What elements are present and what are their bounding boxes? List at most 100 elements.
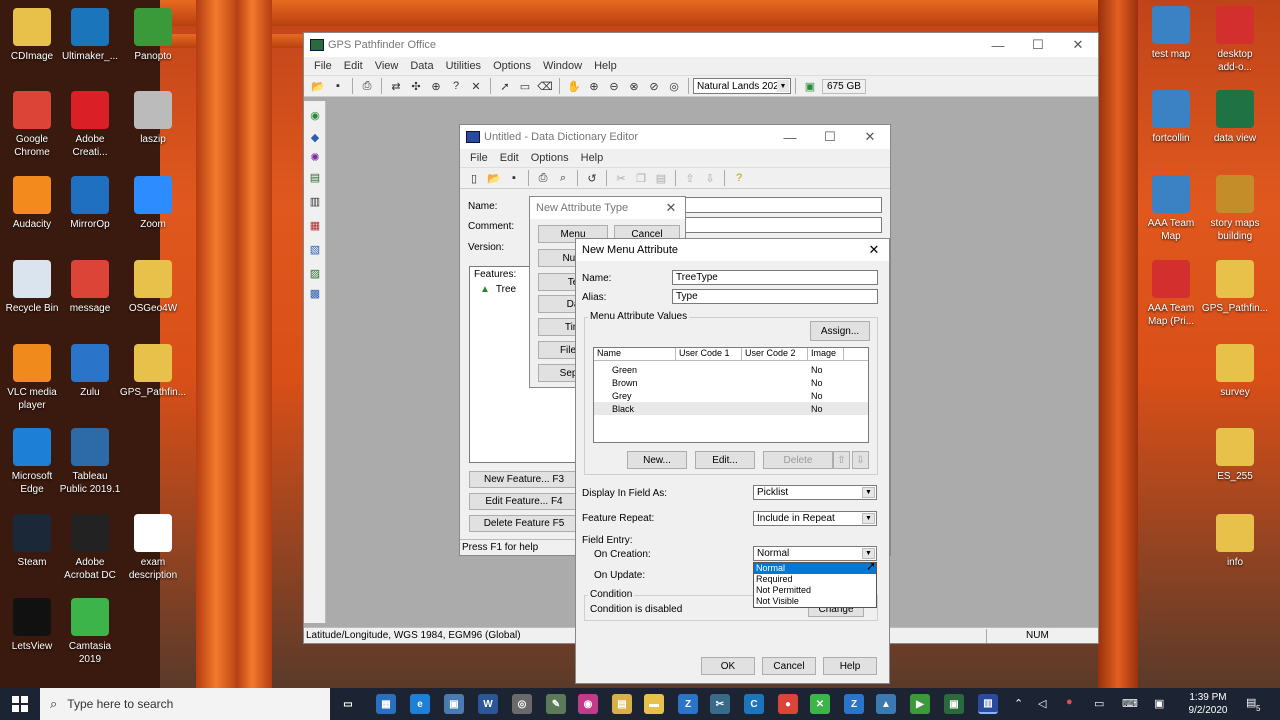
background-file-select[interactable]: Natural Lands 2020 ▼ [693,78,791,94]
select-arrow-icon[interactable]: ➚ [497,78,513,94]
chevron-down-icon[interactable]: ▼ [862,548,875,559]
cancel-button[interactable]: Cancel [762,657,816,675]
satellite-icon[interactable]: ✺ [307,149,323,165]
gps-pathfinder-icon[interactable]: ▣ [944,694,964,714]
panopto-icon[interactable]: ▶ [910,694,930,714]
search-box[interactable]: ⌕ Type here to search [40,688,330,720]
menu-item-help[interactable]: Help [594,60,617,72]
desktop-icon[interactable]: data view [1198,90,1272,145]
dropdown-option[interactable]: Not Visible [754,596,876,607]
desktop-icon[interactable]: info [1198,514,1272,569]
pan-icon[interactable]: ✋ [566,78,582,94]
desktop-icon[interactable]: ES_255 [1198,428,1272,483]
zoom-in-icon[interactable]: ⊕ [586,78,602,94]
table-row[interactable]: Grey No [594,389,868,402]
chrome-icon[interactable]: ● [778,694,798,714]
move-down-icon[interactable]: ⇩ [852,451,869,469]
alias-field[interactable]: Type [672,289,878,304]
menu-item-edit[interactable]: Edit [500,152,519,164]
print-icon[interactable]: ⎙ [535,170,551,186]
keyboard-icon[interactable]: ⌨ [1122,697,1138,710]
photos-icon[interactable]: ▣ [444,694,464,714]
column-header[interactable]: User Code 2 [742,348,808,360]
dropdown-option[interactable]: Normal [754,563,876,574]
task-view-icon[interactable]: ▭ [338,694,358,714]
desktop-icon[interactable]: GPS_Pathfin... [1198,260,1272,315]
network-icon[interactable]: ▣ [1154,697,1164,710]
table-row[interactable]: Green No [594,363,868,376]
menu-item-view[interactable]: View [375,60,399,72]
assign-button[interactable]: Assign... [810,321,870,341]
zulu-icon[interactable]: Z [678,694,698,714]
on-creation-select[interactable]: Normal ▼ [753,546,877,561]
minimize-button[interactable]: — [770,125,810,149]
delete-feature-button[interactable]: Delete Feature F5 [469,515,579,532]
menu-item-options[interactable]: Options [531,152,569,164]
minimize-button[interactable]: — [978,33,1018,57]
desktop-icon[interactable]: fortcollin [1134,90,1208,145]
desktop-icon[interactable]: exam description [116,514,190,582]
import-icon[interactable]: ▨ [307,265,323,281]
desktop-icon[interactable]: OSGeo4W [116,260,190,315]
menu-item-file[interactable]: File [314,60,332,72]
column-header[interactable]: Name [594,348,676,360]
menu-item-file[interactable]: File [470,152,488,164]
desktop-icon[interactable]: AAA Team Map (Pri... [1134,260,1208,328]
layers-icon[interactable]: ◆ [307,129,323,145]
desktop-icon[interactable]: laszip [116,91,190,146]
clock[interactable]: 1:39 PM 9/2/2020 [1180,691,1236,717]
move-up-icon[interactable]: ⇧ [682,170,698,186]
new-feature-button[interactable]: New Feature... F3 [469,471,579,488]
zoom-out-icon[interactable]: ⊖ [606,78,622,94]
cut-icon[interactable]: ✂ [613,170,629,186]
ok-button[interactable]: OK [701,657,755,675]
eraser-icon[interactable]: ⌫ [537,78,553,94]
volume-icon[interactable]: ◁ [1038,697,1046,710]
word-icon[interactable]: W [478,694,498,714]
help-icon[interactable]: ? [731,170,747,186]
new-file-icon[interactable]: ▯ [466,170,482,186]
globe-icon[interactable]: ◎ [666,78,682,94]
edit-feature-button[interactable]: Edit Feature... F4 [469,493,579,510]
battery-icon[interactable]: ▭ [1094,697,1104,710]
zoom-extent-icon[interactable]: ⊗ [626,78,642,94]
zoom-previous-icon[interactable]: ⊘ [646,78,662,94]
paint-icon[interactable]: ✎ [546,694,566,714]
edge-icon[interactable]: e [410,694,430,714]
snip-icon[interactable]: ✂ [710,694,730,714]
maximize-button[interactable]: ☐ [1018,33,1058,57]
chevron-down-icon[interactable]: ▼ [777,80,789,92]
zulu-icon[interactable]: Z [844,694,864,714]
new-value-button[interactable]: New... [627,451,687,469]
desktop-icon[interactable]: Camtasia 2019 [53,598,127,666]
timeline-icon[interactable]: ▩ [307,285,323,301]
chevron-down-icon[interactable]: ▼ [862,487,875,498]
desktop-icon[interactable]: desktop add-o... [1198,6,1272,74]
open-icon[interactable]: 📂 [486,170,502,186]
close-button[interactable]: ✕ [657,197,685,219]
menu-item-utilities[interactable]: Utilities [446,60,481,72]
table-row[interactable]: Black No [594,402,868,415]
menu-item-edit[interactable]: Edit [344,60,363,72]
open-icon[interactable]: 📂 [310,78,326,94]
attribute-name-field[interactable]: TreeType [672,270,878,285]
export-icon[interactable]: ▦ [307,217,323,233]
move-down-icon[interactable]: ⇩ [702,170,718,186]
chevron-down-icon[interactable]: ▼ [862,513,875,524]
differential-icon[interactable]: ✣ [408,78,424,94]
maximize-button[interactable]: ☐ [810,125,850,149]
column-header[interactable]: User Code 1 [676,348,742,360]
cura-icon[interactable]: C [744,694,764,714]
chevron-up-icon[interactable]: ⌃ [1014,697,1023,710]
properties-icon[interactable]: ⊕ [428,78,444,94]
desktop-icon[interactable]: Zoom [116,176,190,231]
desktop-icon[interactable]: survey [1198,344,1272,399]
save-icon[interactable]: ▪ [506,170,522,186]
desktop-icon[interactable]: Panopto [116,8,190,63]
menu-item-help[interactable]: Help [581,152,604,164]
app-icon[interactable]: ◎ [512,694,532,714]
notification-icon[interactable]: ▤ [1246,696,1256,709]
copy-icon[interactable]: ❐ [633,170,649,186]
table-row[interactable]: Brown No [594,376,868,389]
desktop-icon[interactable]: test map [1134,6,1208,61]
